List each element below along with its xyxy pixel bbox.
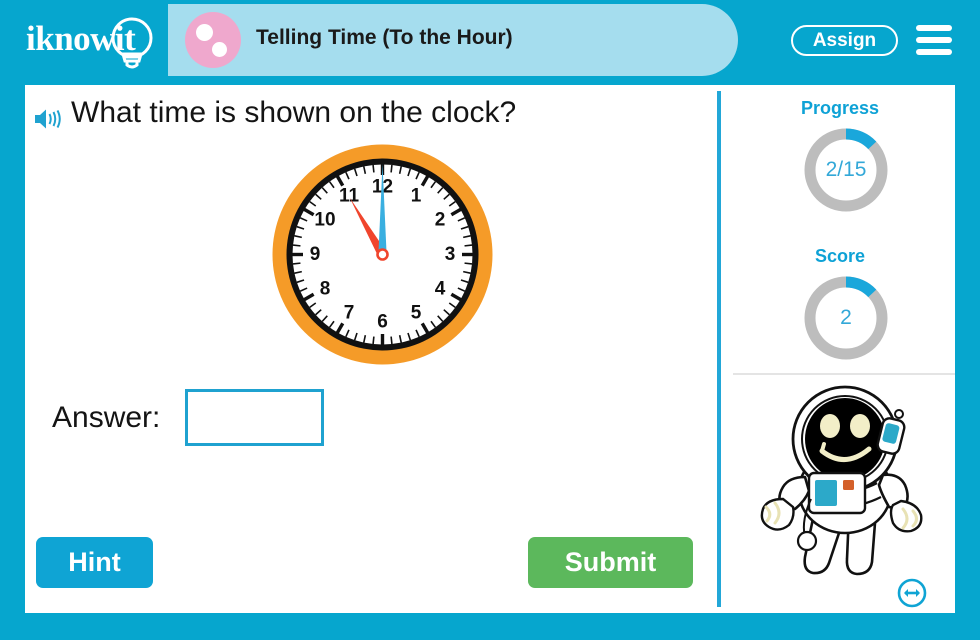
astronaut-visor (805, 398, 885, 480)
question-text: What time is shown on the clock? (71, 96, 517, 129)
clock-number-2: 2 (435, 210, 446, 231)
panel-separator (733, 373, 955, 375)
progress-gauge: 2/15 (800, 124, 892, 216)
app-header: iknowit Telling Time (To the Hour) Assig… (0, 0, 980, 79)
badge-dot-2 (212, 42, 227, 57)
answer-label: Answer: (52, 401, 161, 434)
clock-number-5: 5 (411, 303, 422, 324)
progress-label: Progress (800, 98, 880, 118)
menu-bar-3 (916, 49, 952, 55)
pink-dots-badge-icon (185, 12, 241, 68)
content-area: What time is shown on the clock? 1 2 3 4… (25, 85, 955, 613)
clock-number-9: 9 (310, 244, 321, 265)
astronaut-eye-right (850, 414, 870, 438)
progress-value: 2/15 (825, 158, 867, 181)
app-window: iknowit Telling Time (To the Hour) Assig… (0, 0, 980, 640)
clock-number-3: 3 (445, 244, 456, 265)
lightbulb-icon (111, 17, 153, 69)
clock-number-4: 4 (435, 279, 446, 300)
score-gauge: 2 (800, 272, 892, 364)
answer-input[interactable] (185, 389, 324, 446)
clock-number-6: 6 (377, 312, 388, 333)
lesson-title: Telling Time (To the Hour) (256, 26, 513, 49)
iknowit-logo[interactable]: iknowit (24, 12, 164, 70)
clock-center-pin (376, 248, 389, 261)
menu-bar-2 (916, 37, 952, 43)
resize-horizontal-icon[interactable] (897, 578, 927, 608)
badge-dot-1 (196, 24, 213, 41)
astronaut-eye-left (820, 414, 840, 438)
astronaut-chest-panel (807, 471, 867, 515)
hamburger-menu-icon[interactable] (916, 25, 952, 55)
speaker-icon[interactable] (33, 107, 65, 131)
clock-number-8: 8 (320, 279, 331, 300)
clock-number-10: 10 (314, 210, 335, 231)
panel-divider (717, 91, 721, 607)
analog-clock: 12 1 2 3 4 5 6 7 8 9 10 11 (272, 144, 493, 365)
hint-button[interactable]: Hint (36, 537, 153, 588)
score-value: 2 (840, 306, 852, 329)
astronaut-mascot-icon (760, 385, 923, 576)
clock-number-7: 7 (344, 303, 355, 324)
side-panel: Progress 2/15 Score 2 (725, 85, 955, 613)
clock-number-1: 1 (411, 186, 422, 207)
submit-button[interactable]: Submit (528, 537, 693, 588)
score-label: Score (814, 246, 866, 266)
clock-number-11: 11 (339, 186, 360, 207)
assign-button[interactable]: Assign (791, 25, 898, 56)
menu-bar-1 (916, 25, 952, 31)
